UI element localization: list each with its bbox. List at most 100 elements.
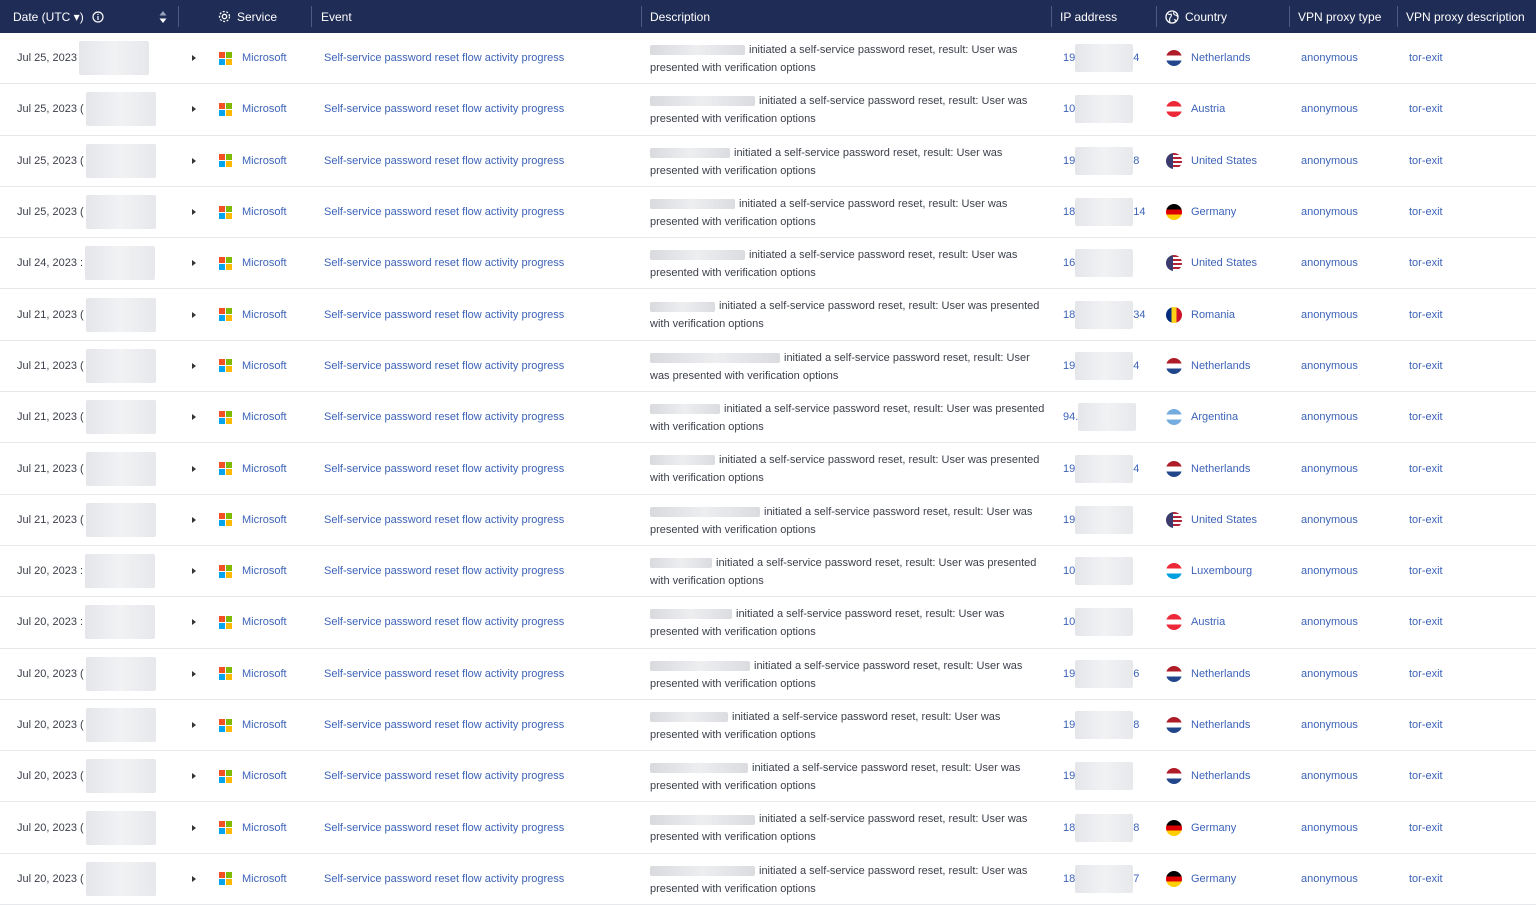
expand-row-button[interactable] (192, 495, 196, 545)
vpn-description-value[interactable]: tor-exit (1409, 514, 1443, 526)
table-row[interactable]: Jul 25, 2023 ( Microsoft Self-service pa… (0, 136, 1536, 187)
sort-icon[interactable] (158, 0, 168, 33)
country-name[interactable]: Netherlands (1191, 360, 1250, 372)
vpn-description-cell[interactable]: tor-exit (1409, 187, 1443, 237)
column-header-country[interactable]: Country (1165, 0, 1227, 33)
column-header-vpn-description[interactable]: VPN proxy description (1406, 0, 1525, 33)
vpn-type-value[interactable]: anonymous (1301, 668, 1358, 680)
event-name[interactable]: Self-service password reset flow activit… (324, 103, 564, 115)
event-cell[interactable]: Self-service password reset flow activit… (324, 136, 564, 186)
service-name[interactable]: Microsoft (242, 463, 287, 475)
vpn-description-cell[interactable]: tor-exit (1409, 854, 1443, 904)
vpn-description-cell[interactable]: tor-exit (1409, 802, 1443, 852)
country-name[interactable]: Germany (1191, 873, 1236, 885)
column-header-service[interactable]: Service (218, 0, 277, 33)
vpn-type-value[interactable]: anonymous (1301, 873, 1358, 885)
country-cell[interactable]: Germany (1166, 802, 1236, 852)
ip-cell[interactable]: 19 (1063, 495, 1134, 545)
country-name[interactable]: Germany (1191, 822, 1236, 834)
column-header-description[interactable]: Description (650, 0, 710, 33)
vpn-description-value[interactable]: tor-exit (1409, 360, 1443, 372)
service-cell[interactable]: Microsoft (219, 649, 287, 699)
table-row[interactable]: Jul 20, 2023 ( Microsoft Self-service pa… (0, 751, 1536, 803)
table-row[interactable]: Jul 20, 2023 ( Microsoft Self-service pa… (0, 802, 1536, 854)
vpn-description-value[interactable]: tor-exit (1409, 565, 1443, 577)
column-header-ip[interactable]: IP address (1060, 0, 1117, 33)
service-name[interactable]: Microsoft (242, 565, 287, 577)
vpn-description-cell[interactable]: tor-exit (1409, 546, 1443, 596)
vpn-type-cell[interactable]: anonymous (1301, 84, 1358, 134)
event-name[interactable]: Self-service password reset flow activit… (324, 616, 564, 628)
table-row[interactable]: Jul 25, 2023 ( Microsoft Self-service pa… (0, 187, 1536, 239)
expand-row-button[interactable] (192, 700, 196, 750)
service-cell[interactable]: Microsoft (219, 495, 287, 545)
vpn-type-value[interactable]: anonymous (1301, 52, 1358, 64)
vpn-description-value[interactable]: tor-exit (1409, 103, 1443, 115)
vpn-type-cell[interactable]: anonymous (1301, 649, 1358, 699)
event-name[interactable]: Self-service password reset flow activit… (324, 155, 564, 167)
event-cell[interactable]: Self-service password reset flow activit… (324, 802, 564, 852)
event-name[interactable]: Self-service password reset flow activit… (324, 719, 564, 731)
expand-row-button[interactable] (192, 649, 196, 699)
service-name[interactable]: Microsoft (242, 103, 287, 115)
vpn-type-value[interactable]: anonymous (1301, 206, 1358, 218)
vpn-description-cell[interactable]: tor-exit (1409, 700, 1443, 750)
service-name[interactable]: Microsoft (242, 360, 287, 372)
expand-row-button[interactable] (192, 392, 196, 442)
vpn-description-value[interactable]: tor-exit (1409, 309, 1443, 321)
country-cell[interactable]: Austria (1166, 597, 1225, 647)
country-name[interactable]: Netherlands (1191, 770, 1250, 782)
vpn-description-cell[interactable]: tor-exit (1409, 33, 1443, 83)
expand-row-button[interactable] (192, 238, 196, 288)
vpn-type-cell[interactable]: anonymous (1301, 341, 1358, 391)
vpn-type-value[interactable]: anonymous (1301, 463, 1358, 475)
service-cell[interactable]: Microsoft (219, 546, 287, 596)
event-cell[interactable]: Self-service password reset flow activit… (324, 289, 564, 339)
table-row[interactable]: Jul 21, 2023 ( Microsoft Self-service pa… (0, 341, 1536, 393)
expand-row-button[interactable] (192, 546, 196, 596)
vpn-type-value[interactable]: anonymous (1301, 309, 1358, 321)
event-cell[interactable]: Self-service password reset flow activit… (324, 187, 564, 237)
vpn-type-cell[interactable]: anonymous (1301, 136, 1358, 186)
service-name[interactable]: Microsoft (242, 309, 287, 321)
service-cell[interactable]: Microsoft (219, 802, 287, 852)
event-cell[interactable]: Self-service password reset flow activit… (324, 495, 564, 545)
event-name[interactable]: Self-service password reset flow activit… (324, 411, 564, 423)
event-name[interactable]: Self-service password reset flow activit… (324, 52, 564, 64)
country-cell[interactable]: United States (1166, 136, 1257, 186)
country-cell[interactable]: Luxembourg (1166, 546, 1252, 596)
event-name[interactable]: Self-service password reset flow activit… (324, 565, 564, 577)
vpn-type-cell[interactable]: anonymous (1301, 289, 1358, 339)
event-name[interactable]: Self-service password reset flow activit… (324, 463, 564, 475)
event-cell[interactable]: Self-service password reset flow activit… (324, 392, 564, 442)
country-cell[interactable]: Netherlands (1166, 33, 1250, 83)
event-cell[interactable]: Self-service password reset flow activit… (324, 854, 564, 904)
service-name[interactable]: Microsoft (242, 668, 287, 680)
vpn-description-cell[interactable]: tor-exit (1409, 751, 1443, 801)
event-cell[interactable]: Self-service password reset flow activit… (324, 700, 564, 750)
table-row[interactable]: Jul 25, 2023 Microsoft Self-service pass… (0, 33, 1536, 85)
vpn-type-value[interactable]: anonymous (1301, 719, 1358, 731)
vpn-description-cell[interactable]: tor-exit (1409, 341, 1443, 391)
ip-cell[interactable]: 19 8 (1063, 136, 1139, 186)
table-row[interactable]: Jul 20, 2023 ( Microsoft Self-service pa… (0, 700, 1536, 752)
country-name[interactable]: Luxembourg (1191, 565, 1252, 577)
country-cell[interactable]: Germany (1166, 854, 1236, 904)
ip-cell[interactable]: 19 4 (1063, 33, 1139, 83)
service-cell[interactable]: Microsoft (219, 136, 287, 186)
table-row[interactable]: Jul 25, 2023 ( Microsoft Self-service pa… (0, 84, 1536, 136)
event-cell[interactable]: Self-service password reset flow activit… (324, 597, 564, 647)
event-name[interactable]: Self-service password reset flow activit… (324, 873, 564, 885)
country-cell[interactable]: United States (1166, 495, 1257, 545)
country-cell[interactable]: Germany (1166, 187, 1236, 237)
vpn-description-cell[interactable]: tor-exit (1409, 597, 1443, 647)
country-cell[interactable]: Romania (1166, 289, 1235, 339)
table-row[interactable]: Jul 20, 2023 : Microsoft Self-service pa… (0, 546, 1536, 598)
vpn-type-cell[interactable]: anonymous (1301, 495, 1358, 545)
vpn-description-cell[interactable]: tor-exit (1409, 649, 1443, 699)
country-cell[interactable]: Netherlands (1166, 443, 1250, 493)
service-name[interactable]: Microsoft (242, 257, 287, 269)
vpn-description-cell[interactable]: tor-exit (1409, 289, 1443, 339)
vpn-description-value[interactable]: tor-exit (1409, 616, 1443, 628)
event-name[interactable]: Self-service password reset flow activit… (324, 360, 564, 372)
